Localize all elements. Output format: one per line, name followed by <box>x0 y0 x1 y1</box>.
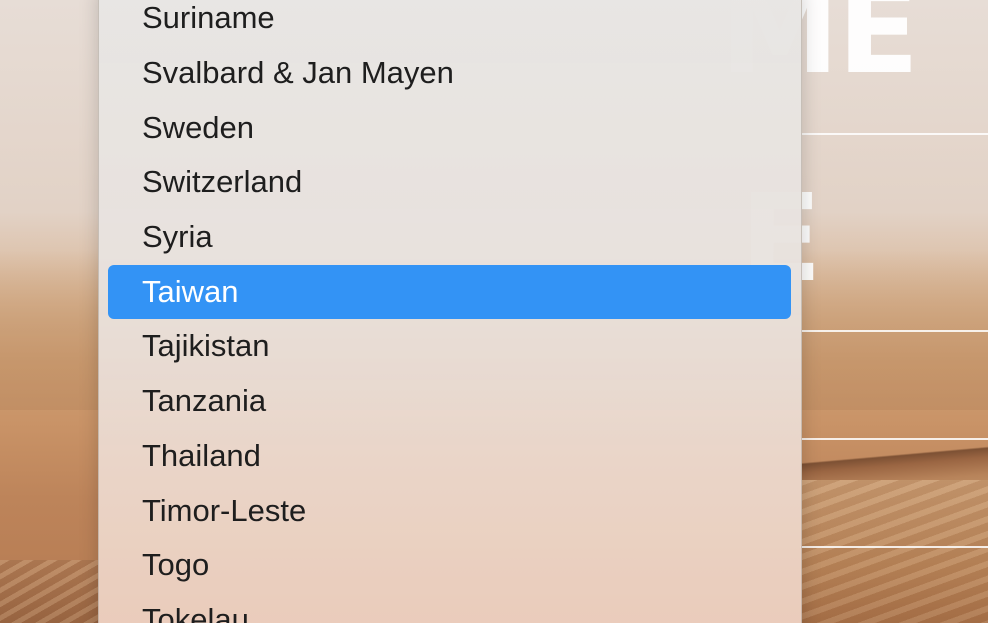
background-divider <box>800 133 988 135</box>
menu-item-tokelau[interactable]: Tokelau <box>108 593 791 623</box>
menu-item-switzerland[interactable]: Switzerland <box>108 155 791 209</box>
country-dropdown-menu[interactable]: Suriname Svalbard & Jan Mayen Sweden Swi… <box>98 0 802 623</box>
menu-item-thailand[interactable]: Thailand <box>108 429 791 483</box>
background-divider <box>800 546 988 548</box>
menu-item-suriname[interactable]: Suriname <box>108 0 791 45</box>
menu-item-tajikistan[interactable]: Tajikistan <box>108 319 791 373</box>
desktop-background: ME E Suriname Svalbard & Jan Mayen Swede… <box>0 0 988 623</box>
sand-texture-left <box>0 560 100 623</box>
background-divider <box>800 438 988 440</box>
menu-item-taiwan[interactable]: Taiwan <box>108 265 791 319</box>
sand-texture-right <box>800 480 988 623</box>
menu-item-tanzania[interactable]: Tanzania <box>108 374 791 428</box>
menu-item-sweden[interactable]: Sweden <box>108 101 791 155</box>
menu-item-svalbard-jan-mayen[interactable]: Svalbard & Jan Mayen <box>108 46 791 100</box>
menu-item-togo[interactable]: Togo <box>108 538 791 592</box>
background-divider <box>800 330 988 332</box>
menu-item-syria[interactable]: Syria <box>108 210 791 264</box>
menu-item-timor-leste[interactable]: Timor-Leste <box>108 484 791 538</box>
